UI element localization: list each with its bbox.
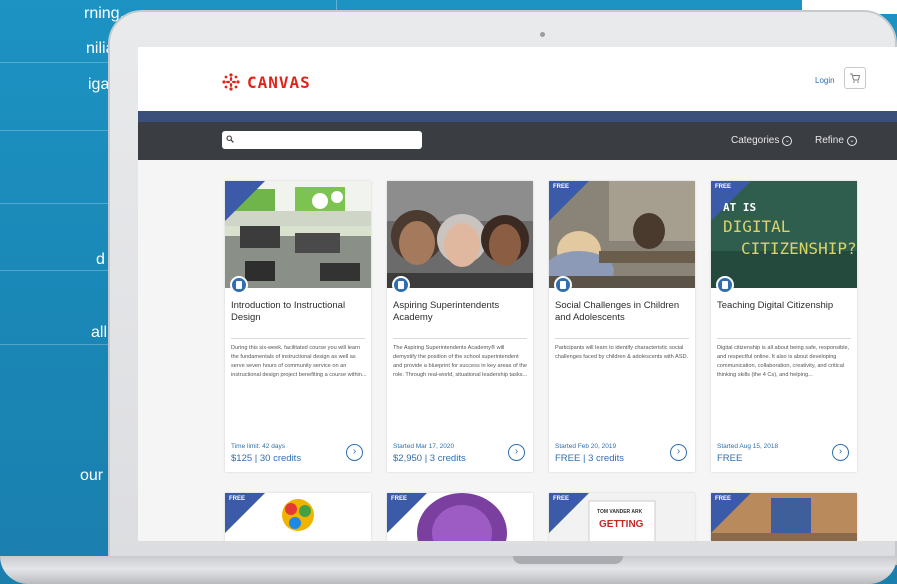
course-meta: Time limit: 42 days: [231, 443, 285, 450]
chevron-down-icon: ⌄: [782, 135, 793, 146]
course-image: [387, 181, 533, 288]
image-text: GETTING: [599, 519, 644, 530]
cart-button[interactable]: [844, 67, 866, 89]
card-divider: [717, 338, 851, 339]
login-link[interactable]: Login: [815, 76, 835, 85]
chevron-right-icon[interactable]: ›: [832, 444, 849, 461]
course-title[interactable]: Social Challenges in Children and Adoles…: [555, 300, 691, 324]
image-text: CITIZENSHIP?: [741, 239, 857, 258]
categories-label: Categories: [731, 135, 780, 146]
canvas-logo[interactable]: CANVAS: [221, 72, 311, 92]
camera-icon: [540, 32, 545, 37]
background-rule: [0, 270, 110, 271]
background-rule: [0, 62, 110, 63]
image-text: AT IS: [723, 201, 757, 214]
chevron-right-icon[interactable]: ›: [508, 444, 525, 461]
free-badge: FREE: [715, 496, 732, 502]
search-input[interactable]: [222, 131, 422, 149]
free-badge: FREE: [391, 496, 408, 502]
course-card[interactable]: FREE: [711, 493, 857, 541]
screen: CANVAS Login Categories ⌄ Refine ⌄ Intro…: [138, 47, 897, 541]
course-card[interactable]: Introduction to Instructional Design Dur…: [225, 181, 371, 472]
logo-wordmark: CANVAS: [247, 72, 311, 92]
background-text-line: d: [96, 251, 105, 268]
course-image: FREE: [549, 181, 695, 288]
card-divider: [231, 338, 365, 339]
image-text: TOM VANDER ARK: [597, 509, 643, 515]
refine-menu[interactable]: Refine ⌄: [815, 135, 857, 146]
categories-menu[interactable]: Categories ⌄: [731, 135, 793, 146]
nav-bar: Categories ⌄ Refine ⌄: [138, 122, 897, 160]
course-card[interactable]: Aspiring Superintendents Academy The Asp…: [387, 181, 533, 472]
chevron-right-icon[interactable]: ›: [670, 444, 687, 461]
laptop-base: [0, 556, 897, 584]
background-rule: [0, 344, 110, 345]
background-text-line: all: [91, 324, 108, 341]
free-badge: FREE: [553, 496, 570, 502]
course-title[interactable]: Aspiring Superintendents Academy: [393, 300, 529, 324]
site-header: CANVAS Login: [138, 47, 897, 111]
course-price: FREE: [717, 453, 743, 464]
course-title[interactable]: Introduction to Instructional Design: [231, 300, 367, 324]
background-rule: [0, 130, 110, 131]
course-description: Participants will learn to identify char…: [555, 345, 689, 360]
free-badge: FREE: [229, 496, 246, 502]
background-rule: [0, 203, 110, 204]
free-badge: FREE: [553, 184, 570, 190]
course-card[interactable]: FREE TOM VANDER ARK GETTING: [549, 493, 695, 541]
free-ribbon: [225, 181, 265, 221]
course-icon: [230, 276, 248, 294]
course-description: Digital citizenship is all about being s…: [717, 345, 850, 378]
laptop: CANVAS Login Categories ⌄ Refine ⌄ Intro…: [0, 10, 897, 584]
course-card[interactable]: FREE AT IS DIGITAL CITIZENSHIP? Teaching…: [711, 181, 857, 472]
free-badge: FREE: [715, 184, 732, 190]
course-icon: [554, 276, 572, 294]
course-card[interactable]: FREE: [387, 493, 533, 541]
laptop-notch: [513, 556, 623, 564]
course-description: During this six-week, facilitated course…: [231, 345, 367, 378]
course-meta: Started Feb 20, 2019: [555, 443, 617, 450]
course-card[interactable]: FREE Social Challenges in Children and A…: [549, 181, 695, 472]
course-meta: Started Mar 17, 2020: [393, 443, 455, 450]
course-title[interactable]: Teaching Digital Citizenship: [717, 300, 853, 312]
course-icon: [392, 276, 410, 294]
course-image: FREE AT IS DIGITAL CITIZENSHIP?: [711, 181, 857, 288]
course-price: $2,950 | 3 credits: [393, 453, 466, 464]
course-image: [225, 181, 371, 288]
canvas-logo-icon: [222, 73, 240, 91]
cart-icon: [850, 73, 861, 83]
image-text: DIGITAL: [723, 217, 791, 236]
background-text-line: our: [80, 467, 104, 484]
refine-label: Refine: [815, 135, 844, 146]
search-icon: [226, 135, 234, 143]
header-band: [138, 111, 897, 122]
chevron-right-icon[interactable]: ›: [346, 444, 363, 461]
card-divider: [393, 338, 527, 339]
course-meta: Started Aug 15, 2018: [717, 443, 779, 450]
course-price: $125 | 30 credits: [231, 453, 302, 464]
course-card[interactable]: FREE: [225, 493, 371, 541]
chevron-down-icon: ⌄: [846, 135, 857, 146]
course-description: The Aspiring Superintendents Academy® wi…: [393, 345, 528, 378]
course-icon: [716, 276, 734, 294]
course-price: FREE | 3 credits: [555, 453, 624, 464]
card-divider: [555, 338, 689, 339]
